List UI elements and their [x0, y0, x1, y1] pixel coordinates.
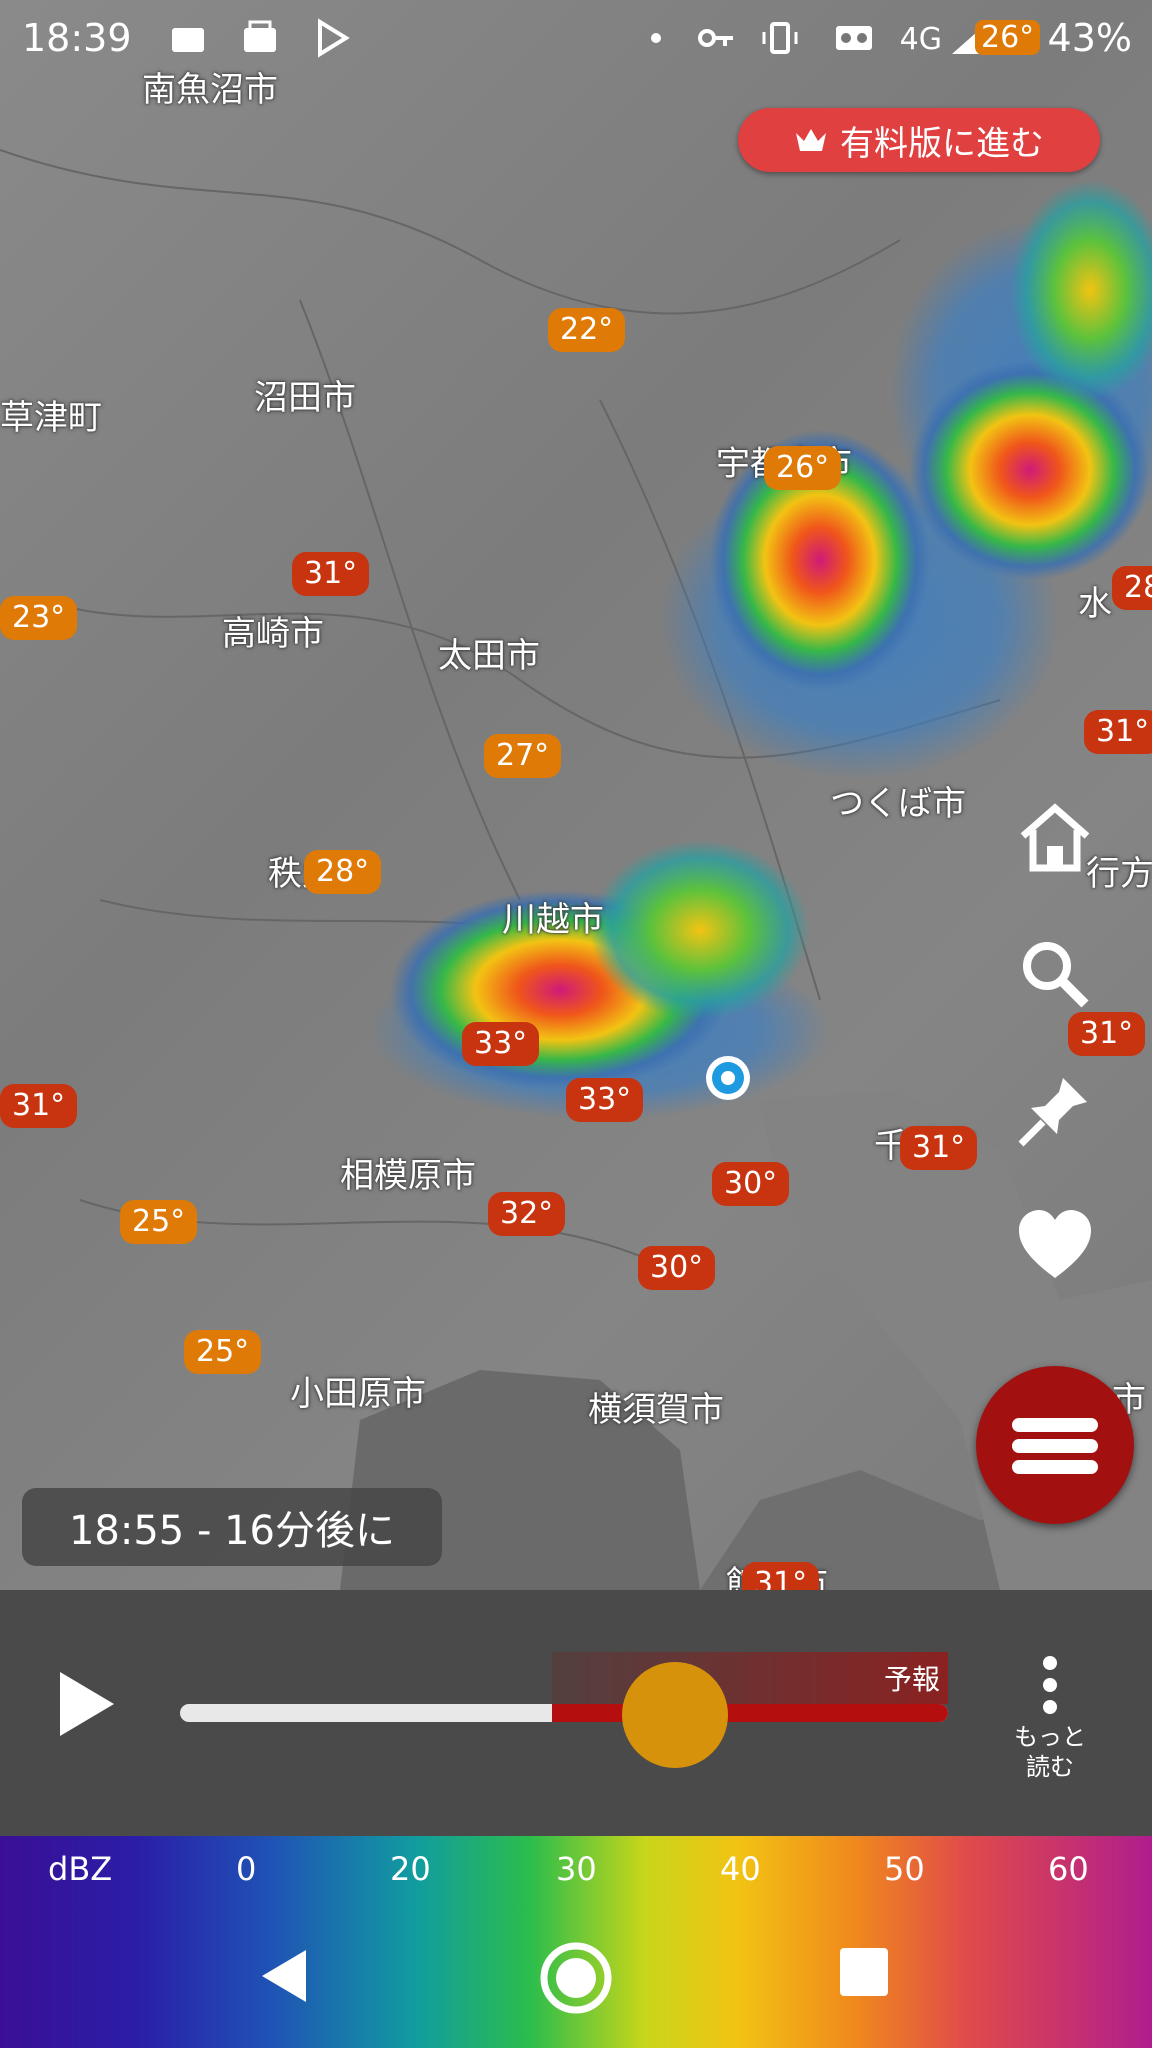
- pin-icon[interactable]: [1015, 1070, 1095, 1150]
- vibrate-icon: [762, 22, 798, 54]
- city-label: つくば市: [830, 784, 966, 824]
- hamburger-line: [1012, 1460, 1098, 1474]
- forecast-time-label: 18:55 - 16分後に: [22, 1488, 442, 1566]
- premium-button-label: 有料版に進む: [840, 123, 1044, 164]
- legend-tick: 20: [390, 1850, 431, 1888]
- temperature-badge: 30°: [638, 1246, 716, 1290]
- temperature-badge: 28°: [304, 850, 382, 894]
- more-label: もっと: [1014, 1723, 1086, 1751]
- temperature-badge: 25°: [120, 1200, 198, 1244]
- city-label: 川越市: [502, 900, 604, 940]
- temperature-badge: 31°: [292, 552, 370, 596]
- temperature-badge: 27°: [484, 734, 562, 778]
- city-label: 横須賀市: [588, 1390, 724, 1430]
- vr-icon: [836, 26, 872, 50]
- key-icon: [698, 29, 733, 47]
- home-icon[interactable]: [1015, 798, 1095, 878]
- network-type: 4G: [899, 22, 942, 57]
- radar-map[interactable]: 18:39 4G 26° 43% 有料版に進む 南魚沼市 沼田市 草津町 宇都宮…: [0, 0, 1152, 1590]
- hamburger-line: [1012, 1439, 1098, 1453]
- market-icon: [244, 20, 276, 52]
- more-dot-icon: [1043, 1700, 1057, 1714]
- temperature-badge: 26°: [764, 446, 842, 490]
- timeline-forecast-track[interactable]: [552, 1704, 948, 1722]
- more-button[interactable]: もっと 読む: [990, 1648, 1110, 1782]
- city-label: 水: [1078, 584, 1112, 624]
- city-label: 草津町: [0, 398, 102, 438]
- city-label: 相模原市: [340, 1156, 476, 1196]
- city-label: 太田市: [438, 636, 540, 676]
- crown-icon: [796, 129, 826, 151]
- temperature-badge: 31°: [1068, 1012, 1146, 1056]
- map-terrain: [0, 149, 1152, 1590]
- hamburger-line: [1012, 1418, 1098, 1432]
- legend-tick: 30: [556, 1850, 597, 1888]
- dot-icon: [651, 33, 661, 43]
- temperature-badge: 31°: [1084, 710, 1152, 754]
- nav-home-icon[interactable]: [538, 1940, 614, 2016]
- status-temperature: 26°: [975, 20, 1041, 55]
- city-label: 南魚沼市: [142, 70, 278, 110]
- timeline-controls: 予報 もっと 読む: [0, 1590, 1152, 1836]
- more-dot-icon: [1043, 1678, 1057, 1692]
- temperature-badge: 28: [1112, 566, 1152, 610]
- city-label: 行方: [1086, 854, 1152, 894]
- play-store-icon: [318, 18, 350, 58]
- play-button[interactable]: [60, 1672, 114, 1736]
- heart-icon[interactable]: [1015, 1206, 1095, 1286]
- temperature-badge: 33°: [462, 1022, 540, 1066]
- temperature-badge: 33°: [566, 1078, 644, 1122]
- legend-tick: 60: [1048, 1850, 1089, 1888]
- nav-recents-icon[interactable]: [838, 1946, 890, 1998]
- search-icon[interactable]: [1015, 934, 1095, 1014]
- more-label: 読む: [1026, 1753, 1074, 1781]
- notification-icon: [172, 28, 204, 52]
- more-dot-icon: [1043, 1656, 1057, 1670]
- legend-tick: 50: [884, 1850, 925, 1888]
- temperature-badge: 31°: [742, 1562, 820, 1590]
- dbz-legend: dBZ 0 20 30 40 50 60: [0, 1836, 1152, 2048]
- premium-button[interactable]: 有料版に進む: [738, 108, 1100, 172]
- temperature-badge: 23°: [0, 596, 78, 640]
- legend-tick: 0: [236, 1850, 257, 1888]
- battery-level: 43%: [1047, 16, 1132, 60]
- temperature-badge: 31°: [0, 1084, 78, 1128]
- city-label: 沼田市: [254, 378, 356, 418]
- menu-button[interactable]: [976, 1366, 1134, 1524]
- temperature-badge: 31°: [900, 1126, 978, 1170]
- legend-unit: dBZ: [48, 1850, 113, 1888]
- temperature-badge: 32°: [488, 1192, 566, 1236]
- forecast-label: 予報: [883, 1663, 940, 1696]
- city-label: 高崎市: [222, 614, 324, 654]
- nav-back-icon[interactable]: [256, 1946, 312, 2006]
- temperature-badge: 22°: [548, 308, 626, 352]
- city-label: 小田原市: [290, 1374, 426, 1414]
- legend-tick: 40: [720, 1850, 761, 1888]
- status-time: 18:39: [22, 16, 132, 60]
- temperature-badge: 30°: [712, 1162, 790, 1206]
- temperature-badge: 25°: [184, 1330, 262, 1374]
- timeline-slider-thumb[interactable]: [622, 1662, 728, 1768]
